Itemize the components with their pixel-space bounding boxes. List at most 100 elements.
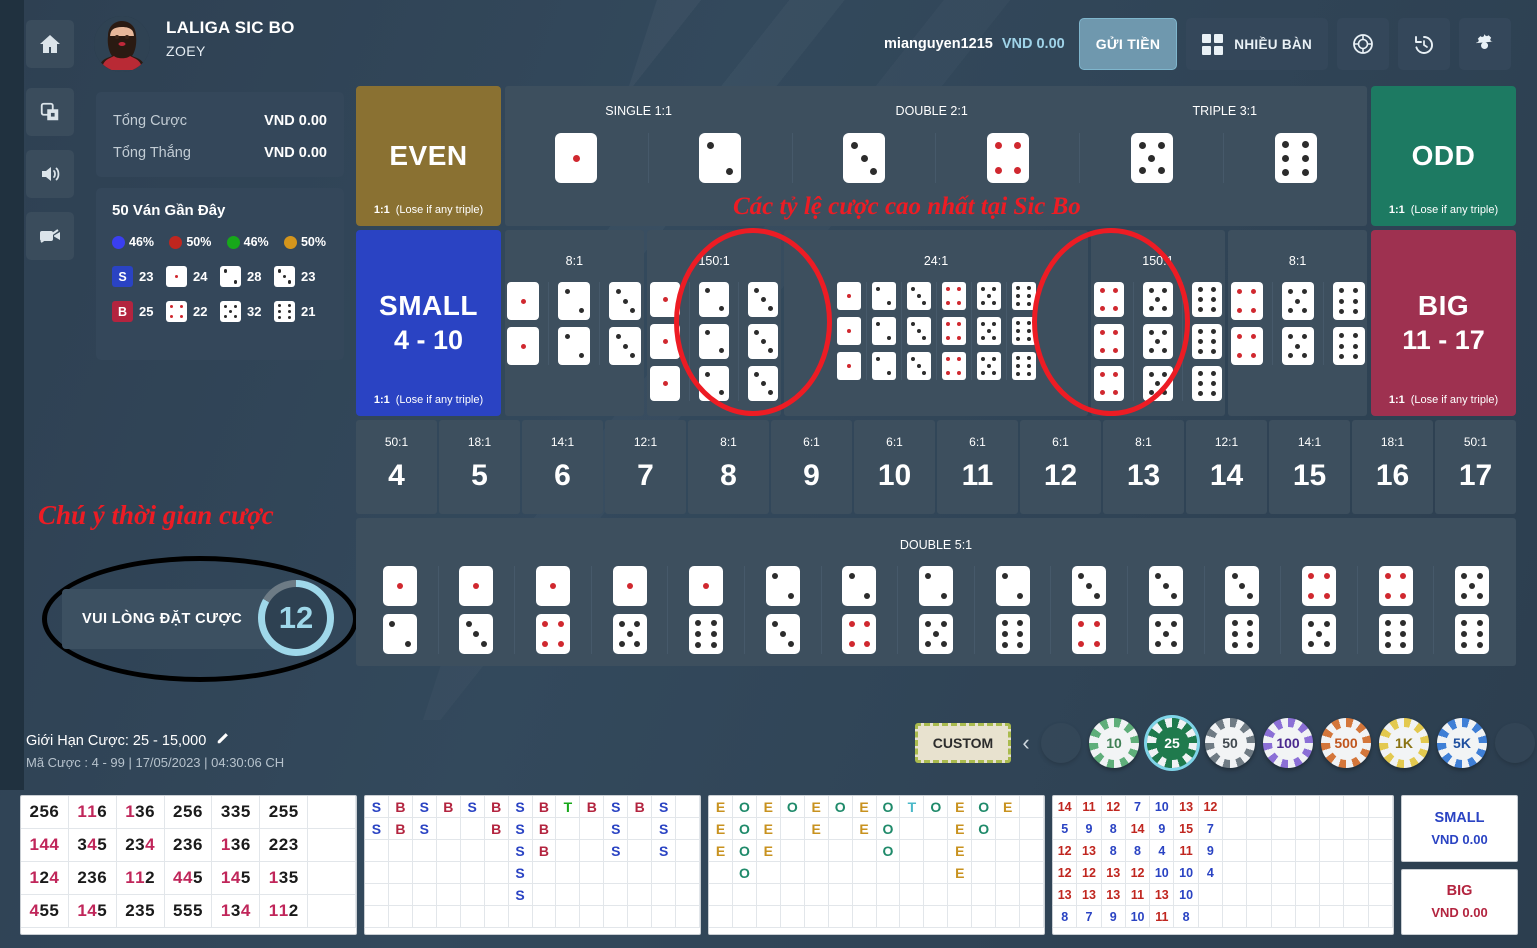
recent-percent-0: 46%	[112, 235, 154, 249]
chip-25[interactable]: 25	[1147, 718, 1197, 768]
sound-icon	[42, 167, 60, 181]
bet-pair-3-4[interactable]	[1051, 566, 1128, 654]
bet-pair-1-6[interactable]	[668, 566, 745, 654]
bet-total-11[interactable]: 6:1 11	[937, 420, 1018, 514]
swap-table-button[interactable]	[26, 88, 74, 136]
bet-pair-2-6[interactable]	[975, 566, 1052, 654]
bet-pair-1-4[interactable]	[515, 566, 592, 654]
bet-pair-3-5[interactable]	[1128, 566, 1205, 654]
bet-pair-1-3[interactable]	[439, 566, 516, 654]
bet-pair-2-3[interactable]	[745, 566, 822, 654]
bead-digit: 5	[39, 802, 50, 821]
bet-single-4[interactable]	[936, 133, 1081, 183]
home-button[interactable]	[26, 20, 74, 68]
bet-total-13[interactable]: 8:1 13	[1103, 420, 1184, 514]
settings-button[interactable]	[1459, 18, 1511, 70]
combo-group-0[interactable]	[641, 282, 691, 401]
bet-single-1[interactable]	[505, 133, 649, 183]
bet-single-3[interactable]	[793, 133, 937, 183]
bet-single-2[interactable]	[649, 133, 793, 183]
pencil-icon[interactable]	[216, 731, 230, 749]
bet-single-6[interactable]	[1224, 133, 1367, 183]
bet-total-7[interactable]: 12:1 7	[605, 420, 686, 514]
chip-5K[interactable]: 5K	[1437, 718, 1487, 768]
bet-total-9[interactable]: 6:1 9	[771, 420, 852, 514]
bet-odd[interactable]: ODD 1:1 (Lose if any triple)	[1371, 86, 1516, 226]
bet-pair-5-6[interactable]	[1434, 566, 1510, 654]
bet-pair-2-5[interactable]	[898, 566, 975, 654]
bet-pair-4-6[interactable]	[1358, 566, 1435, 654]
bet-total-16[interactable]: 18:1 16	[1352, 420, 1433, 514]
combo-group-0[interactable]	[832, 282, 867, 380]
bet-pair-3-6[interactable]	[1205, 566, 1282, 654]
combo-group-2[interactable]	[1324, 282, 1374, 365]
combo-group-4[interactable]	[972, 282, 1007, 380]
chip-settings-button[interactable]	[1337, 18, 1389, 70]
deposit-button[interactable]: GỬI TIỀN	[1078, 18, 1178, 70]
side-bet-big[interactable]: BIG VND 0.00	[1401, 868, 1518, 935]
even-odd-road[interactable]: EEEOOOOEEEOEEOEEOOOTOEEEEOOE	[708, 795, 1046, 935]
chip-500[interactable]: 500	[1321, 718, 1371, 768]
bet-total-8[interactable]: 8:1 8	[688, 420, 769, 514]
combo-group-1[interactable]	[690, 282, 740, 401]
bet-total-4[interactable]: 50:1 4	[356, 420, 437, 514]
bet-single-5[interactable]	[1080, 133, 1225, 183]
video-button[interactable]	[26, 212, 74, 260]
combo-group-0[interactable]	[498, 282, 550, 365]
bet-pair-1-2[interactable]	[362, 566, 439, 654]
combo-group-0[interactable]	[1085, 282, 1134, 401]
road-cell	[484, 840, 509, 862]
combo-group-0[interactable]	[1222, 282, 1273, 365]
road-cell: O	[876, 840, 901, 862]
bet-pair-1-5[interactable]	[592, 566, 669, 654]
chip-100[interactable]: 100	[1263, 718, 1313, 768]
bet-total-5[interactable]: 18:1 5	[439, 420, 520, 514]
bet-combo-pair-0[interactable]: 8:1	[505, 230, 644, 416]
bet-total-14[interactable]: 12:1 14	[1186, 420, 1267, 514]
side-bet-small[interactable]: SMALL VND 0.00	[1401, 795, 1518, 862]
combo-group-3[interactable]	[937, 282, 972, 380]
chip-prev-button[interactable]: ‹	[1011, 730, 1041, 756]
die-face-6	[1378, 614, 1413, 654]
sound-button[interactable]	[26, 150, 74, 198]
bet-combo-anytriple-2[interactable]: 24:1	[784, 230, 1088, 416]
combo-group-2[interactable]	[902, 282, 937, 380]
bet-total-10[interactable]: 6:1 10	[854, 420, 935, 514]
bet-combo-pair-4[interactable]: 8:1	[1228, 230, 1367, 416]
bead-road[interactable]: 2561161362563352551443452342361362231242…	[20, 795, 358, 935]
bet-total-12[interactable]: 6:1 12	[1020, 420, 1101, 514]
combo-group-5[interactable]	[1007, 282, 1041, 380]
bet-pair-2-4[interactable]	[822, 566, 899, 654]
custom-chip-button[interactable]: CUSTOM	[915, 723, 1011, 763]
chip-50[interactable]: 50	[1205, 718, 1255, 768]
total-odds: 18:1	[467, 435, 492, 449]
totals-cell: 12	[1125, 862, 1151, 884]
combo-group-1[interactable]	[867, 282, 902, 380]
big-small-road[interactable]: SSBBSSBSBBSSSSSBBBTBSSSBSSS	[364, 795, 702, 935]
bet-small[interactable]: SMALL 4 - 10 1:1 (Lose if any triple)	[356, 230, 501, 416]
bet-pair-4-5[interactable]	[1281, 566, 1358, 654]
bet-big[interactable]: BIG 11 - 17 1:1 (Lose if any triple)	[1371, 230, 1516, 416]
totals-road[interactable]: 14 11 12 7 10 13 12 5 9 8 14 9 15 7 12 13 8 8 4 11 9 12 12 13 12…	[1052, 795, 1395, 935]
combo-group-1[interactable]	[549, 282, 601, 365]
combo-group-1[interactable]	[1134, 282, 1183, 401]
chip-10[interactable]: 10	[1089, 718, 1139, 768]
chip-1K[interactable]: 1K	[1379, 718, 1429, 768]
combo-body	[784, 282, 1087, 380]
die-face-5	[1148, 614, 1183, 654]
combo-group-1[interactable]	[1273, 282, 1324, 365]
bead-digit: 2	[278, 835, 289, 854]
bead-digit: 3	[183, 835, 193, 854]
combo-group-2[interactable]	[739, 282, 787, 401]
bet-combo-triple-1[interactable]: 150:1	[646, 230, 782, 416]
road-cell	[780, 884, 805, 906]
bet-total-6[interactable]: 14:1 6	[522, 420, 603, 514]
die-face-1	[555, 133, 598, 183]
multi-table-button[interactable]: NHIỀU BÀN	[1186, 18, 1328, 70]
bet-even[interactable]: EVEN 1:1 (Lose if any triple)	[356, 86, 501, 226]
bet-combo-triple-3[interactable]: 150:1	[1090, 230, 1226, 416]
die-face-2	[558, 282, 591, 320]
bet-total-15[interactable]: 14:1 15	[1269, 420, 1350, 514]
bet-total-17[interactable]: 50:1 17	[1435, 420, 1516, 514]
history-button[interactable]	[1398, 18, 1450, 70]
